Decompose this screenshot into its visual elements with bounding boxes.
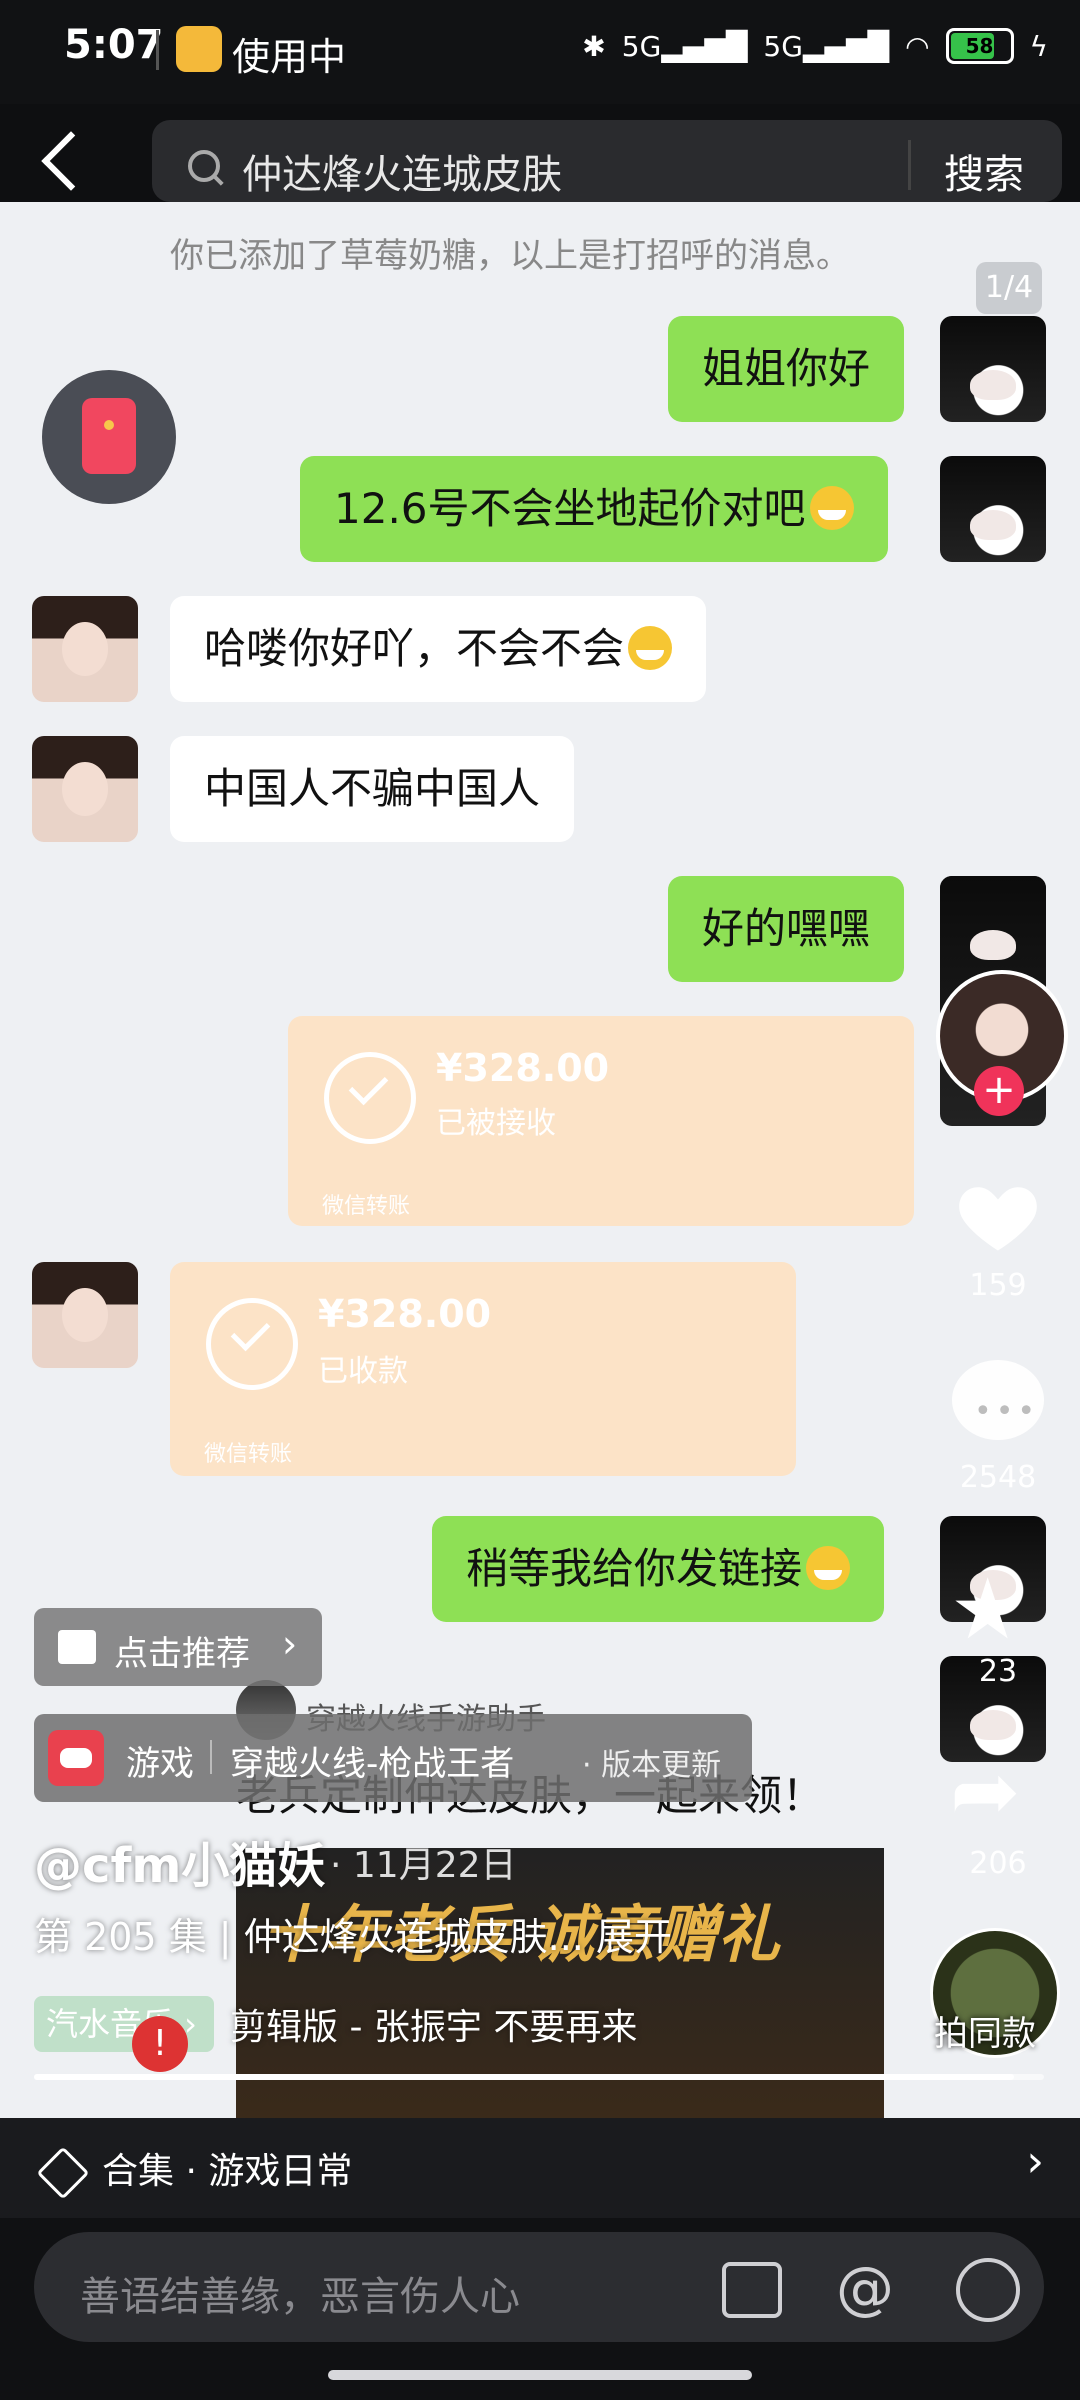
heart-icon[interactable]	[952, 1170, 1044, 1262]
chat-bubble-received: 中国人不骗中国人	[170, 736, 575, 842]
transfer-source: 微信转账	[322, 1194, 411, 1219]
transfer-card: ¥328.00 已被接收 微信转账	[288, 1016, 914, 1226]
favorite-star-icon[interactable]: ★	[950, 1560, 1025, 1658]
chat-bubble-sent: 稍等我给你发链接	[432, 1516, 885, 1622]
status-divider	[156, 30, 159, 70]
game-name: 穿越火线-枪战王者	[230, 1744, 515, 1784]
battery-icon: 58	[945, 28, 1014, 64]
search-button[interactable]: 搜索	[944, 142, 1024, 200]
laugh-emoji-icon	[628, 625, 673, 670]
search-input[interactable]: 仲达烽火连城皮肤	[242, 142, 562, 200]
chat-bubble-received: 哈喽你好吖，不会不会	[170, 596, 707, 702]
grin-emoji-icon	[806, 1545, 851, 1590]
layers-icon	[36, 2146, 90, 2200]
status-icons: ✱ 5G▂▄▆█ 5G▂▄▆█ ◠ 58 ϟ	[582, 28, 1048, 64]
search-divider	[908, 140, 911, 190]
charging-icon: ϟ	[1029, 29, 1048, 63]
chevron-right-icon: ›	[282, 1622, 298, 1666]
gamepad-icon	[48, 1730, 104, 1786]
chat-bubble-sent: 12.6号不会坐地起价对吧	[300, 456, 888, 562]
at-icon[interactable]: @	[836, 2254, 894, 2322]
chevron-right-icon: ›	[1026, 2136, 1044, 2187]
collection-label: 合集 · 游戏日常	[102, 2151, 353, 2192]
thumbs-up-icon	[58, 1630, 96, 1664]
game-divider	[210, 1740, 212, 1774]
smile-emoji-icon[interactable]	[956, 2258, 1020, 2322]
transfer-card: ¥328.00 已收款 微信转账	[170, 1262, 796, 1476]
transfer-amount: ¥328.00	[318, 1292, 492, 1336]
avatar	[940, 316, 1046, 422]
avatar	[32, 736, 138, 842]
transfer-status: 已被接收	[436, 1106, 556, 1141]
share-count: 206	[969, 1846, 1027, 1881]
favorite-count: 23	[978, 1654, 1018, 1689]
signal-5g-icon-2: 5G▂▄▆█	[763, 29, 890, 63]
red-packet-icon[interactable]	[42, 370, 176, 504]
same-style-label[interactable]: 拍同款	[934, 2006, 1036, 2055]
status-app-label: 使用中	[232, 35, 347, 79]
home-indicator	[328, 2370, 752, 2380]
notification-badge: !	[132, 2016, 188, 2072]
comment-icon[interactable]: •••	[952, 1360, 1044, 1440]
bluetooth-icon: ✱	[582, 29, 606, 63]
video-progress[interactable]	[34, 2074, 1044, 2080]
image-counter: 1/4	[976, 262, 1042, 314]
transfer-status: 已收款	[318, 1354, 408, 1389]
video-progress-fill	[34, 2074, 1014, 2080]
game-label: 游戏	[126, 1744, 194, 1784]
recommend-label: 点击推荐	[114, 1634, 250, 1674]
follow-plus-icon[interactable]: +	[974, 1066, 1024, 1116]
comment-placeholder[interactable]: 善语结善缘，恶言伤人心	[80, 2264, 520, 2322]
signal-5g-icon: 5G▂▄▆█	[621, 29, 748, 63]
wifi-icon: ◠	[905, 29, 930, 63]
avatar	[940, 456, 1046, 562]
like-count: 159	[969, 1268, 1027, 1303]
search-icon	[188, 150, 220, 182]
transfer-source: 微信转账	[204, 1442, 293, 1467]
grin-emoji-icon	[809, 485, 854, 530]
transfer-amount: ¥328.00	[436, 1046, 610, 1090]
recommend-button[interactable]: 点击推荐 ›	[34, 1608, 322, 1686]
avatar	[32, 1262, 138, 1368]
avatar	[32, 596, 138, 702]
music-name[interactable]: 剪辑版 - 张振宇 不要再来	[230, 1998, 637, 2050]
game-tag[interactable]: 游戏 穿越火线-枪战王者 · 版本更新	[34, 1714, 752, 1802]
chat-bubble-sent: 姐姐你好	[668, 316, 905, 422]
game-update: · 版本更新	[582, 1748, 722, 1783]
collection-bar[interactable]: 合集 · 游戏日常 ›	[0, 2118, 1080, 2218]
flashlight-icon	[176, 26, 222, 72]
chat-bubble-sent: 好的嘿嘿	[668, 876, 905, 982]
comment-count: 2548	[959, 1460, 1037, 1495]
episode-caption[interactable]: 第 205 集 | 仲达烽火连城皮肤... 展开	[34, 1906, 672, 1961]
author-name[interactable]: @cfm小猫妖	[34, 1826, 325, 1896]
check-icon	[324, 1052, 416, 1144]
system-message: 你已添加了草莓奶糖，以上是打招呼的消息。	[170, 236, 850, 276]
image-icon[interactable]	[722, 2262, 782, 2318]
check-icon	[206, 1298, 298, 1390]
post-date: · 11月22日	[330, 1845, 517, 1886]
share-arrow-icon[interactable]: ➦	[950, 1742, 1020, 1840]
status-time: 5:07	[64, 22, 164, 68]
